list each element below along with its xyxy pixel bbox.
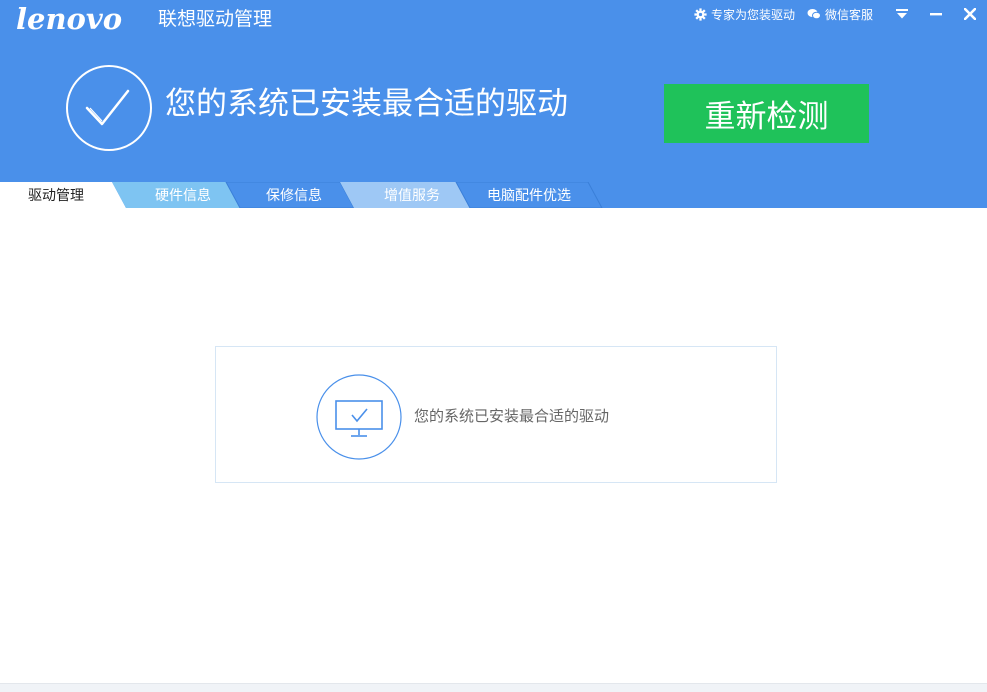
- tab-bar: 驱动管理 硬件信息 保修信息 增值服务 电脑配件优选: [0, 182, 987, 208]
- minimize-icon: [930, 12, 942, 15]
- wechat-service-label: 微信客服: [824, 7, 873, 22]
- dropdown-menu-icon: [896, 9, 908, 19]
- tab-value-added-services[interactable]: 增值服务: [354, 182, 470, 208]
- result-panel: 您的系统已安装最合适的驱动: [215, 346, 777, 483]
- expert-install-label: 专家为您装驱动: [710, 7, 795, 22]
- monitor-check-icon: [316, 374, 402, 460]
- tab-accessories[interactable]: 电脑配件优选: [470, 182, 588, 208]
- expert-install-link[interactable]: 专家为您装驱动: [694, 6, 795, 23]
- title-bar-controls: 专家为您装驱动 微信客服: [694, 0, 987, 28]
- status-headline: 您的系统已安装最合适的驱动: [165, 86, 568, 122]
- dropdown-menu-button[interactable]: [885, 0, 919, 28]
- close-icon: [964, 8, 976, 20]
- recheck-button[interactable]: 重新检测: [664, 84, 869, 143]
- close-button[interactable]: [953, 0, 987, 28]
- wechat-service-link[interactable]: 微信客服: [807, 6, 873, 23]
- header: lenovo 联想驱动管理 专家为您装驱动 微信客服 您的系统已安装最合适的驱动…: [0, 0, 987, 208]
- minimize-button[interactable]: [919, 0, 953, 28]
- tab-driver-management[interactable]: 驱动管理: [0, 182, 112, 208]
- tab-hardware-info[interactable]: 硬件信息: [126, 182, 240, 208]
- bottom-status-bar: [0, 683, 987, 692]
- gear-icon: [694, 7, 707, 21]
- lenovo-logo: lenovo: [16, 2, 123, 36]
- result-message: 您的系统已安装最合适的驱动: [414, 407, 610, 425]
- app-title: 联想驱动管理: [158, 8, 273, 30]
- check-circle-icon: [66, 65, 152, 151]
- tab-warranty-info[interactable]: 保修信息: [240, 182, 348, 208]
- wechat-icon: [807, 9, 821, 20]
